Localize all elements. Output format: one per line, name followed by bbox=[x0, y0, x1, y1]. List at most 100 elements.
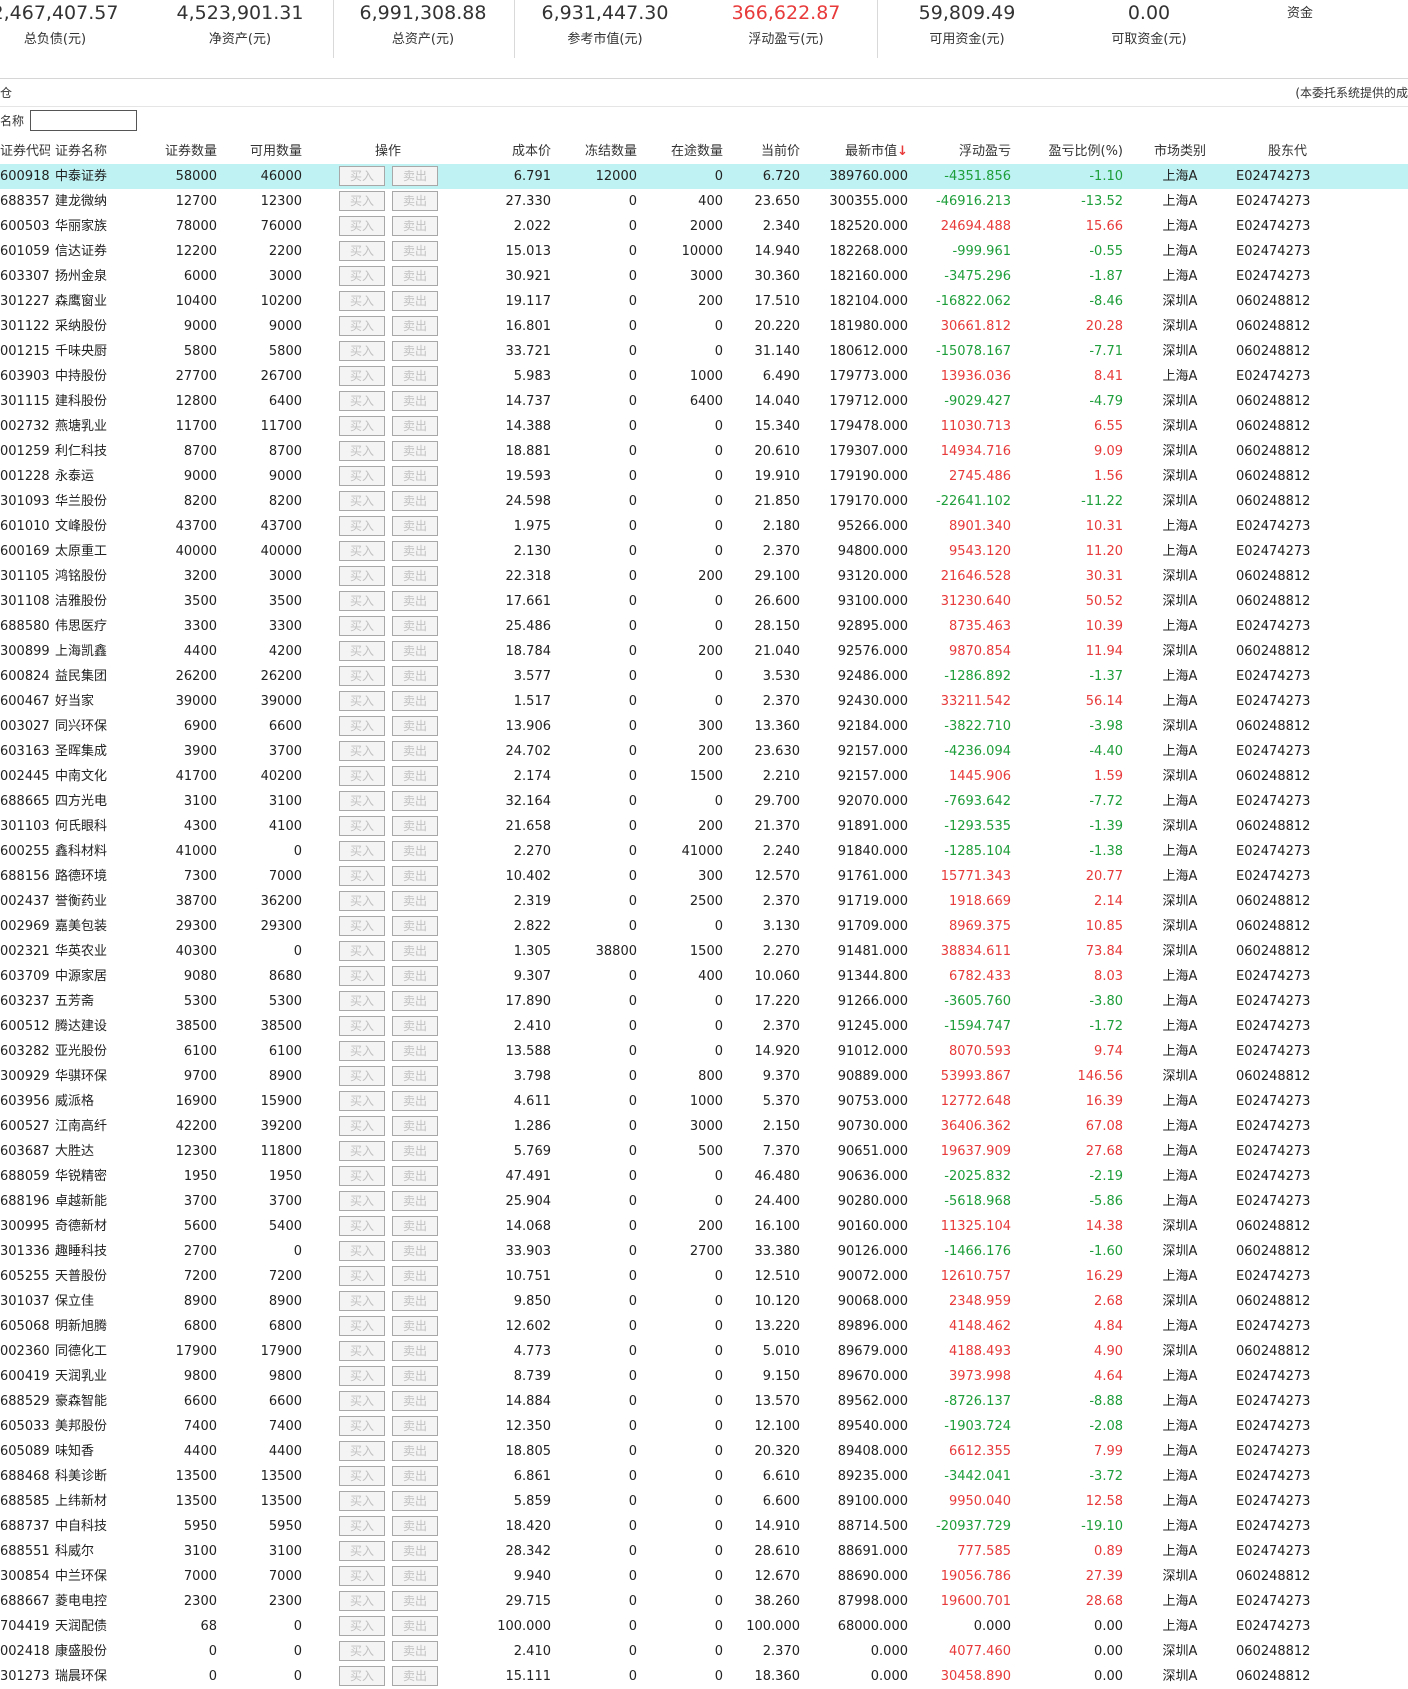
buy-button[interactable]: 买入 bbox=[339, 1066, 385, 1086]
table-row[interactable]: 002445 中南文化 41700 40200 买入 卖出 2.174 0 1500 2.210 9… bbox=[0, 764, 1408, 789]
sell-button[interactable]: 卖出 bbox=[392, 341, 438, 361]
buy-button[interactable]: 买入 bbox=[339, 1291, 385, 1311]
sell-button[interactable]: 卖出 bbox=[392, 1141, 438, 1161]
sell-button[interactable]: 卖出 bbox=[392, 1491, 438, 1511]
table-row[interactable]: 301108 洁雅股份 3500 3500 买入 卖出 17.661 0 0 26.600 9310… bbox=[0, 589, 1408, 614]
sell-button[interactable]: 卖出 bbox=[392, 941, 438, 961]
sell-button[interactable]: 卖出 bbox=[392, 166, 438, 186]
sell-button[interactable]: 卖出 bbox=[392, 216, 438, 236]
buy-button[interactable]: 买入 bbox=[339, 1141, 385, 1161]
table-row[interactable]: 301037 保立佳 8900 8900 买入 卖出 9.850 0 0 10.120 90068.… bbox=[0, 1289, 1408, 1314]
sell-button[interactable]: 卖出 bbox=[392, 291, 438, 311]
buy-button[interactable]: 买入 bbox=[339, 1516, 385, 1536]
buy-button[interactable]: 买入 bbox=[339, 1541, 385, 1561]
sell-button[interactable]: 卖出 bbox=[392, 1316, 438, 1336]
sell-button[interactable]: 卖出 bbox=[392, 616, 438, 636]
sell-button[interactable]: 卖出 bbox=[392, 891, 438, 911]
sell-button[interactable]: 卖出 bbox=[392, 841, 438, 861]
table-row[interactable]: 300854 中兰环保 7000 7000 买入 卖出 9.940 0 0 12.670 88690… bbox=[0, 1564, 1408, 1589]
sell-button[interactable]: 卖出 bbox=[392, 1516, 438, 1536]
sell-button[interactable]: 卖出 bbox=[392, 1666, 438, 1686]
sell-button[interactable]: 卖出 bbox=[392, 741, 438, 761]
table-row[interactable]: 688059 华锐精密 1950 1950 买入 卖出 47.491 0 0 46.480 9063… bbox=[0, 1164, 1408, 1189]
table-row[interactable]: 603687 大胜达 12300 11800 买入 卖出 5.769 0 500 7.370 906… bbox=[0, 1139, 1408, 1164]
sell-button[interactable]: 卖出 bbox=[392, 991, 438, 1011]
buy-button[interactable]: 买入 bbox=[339, 1366, 385, 1386]
table-row[interactable]: 002969 嘉美包装 29300 29300 买入 卖出 2.822 0 0 3.130 9170… bbox=[0, 914, 1408, 939]
table-row[interactable]: 603237 五芳斋 5300 5300 买入 卖出 17.890 0 0 17.220 91266… bbox=[0, 989, 1408, 1014]
table-row[interactable]: 600419 天润乳业 9800 9800 买入 卖出 8.739 0 0 9.150 89670.… bbox=[0, 1364, 1408, 1389]
buy-button[interactable]: 买入 bbox=[339, 966, 385, 986]
table-row[interactable]: 600467 好当家 39000 39000 买入 卖出 1.517 0 0 2.370 92430… bbox=[0, 689, 1408, 714]
column-header[interactable]: 在途数量 bbox=[641, 140, 723, 165]
table-row[interactable]: 601059 信达证券 12200 2200 买入 卖出 15.013 0 10000 14.94… bbox=[0, 239, 1408, 264]
buy-button[interactable]: 买入 bbox=[339, 716, 385, 736]
buy-button[interactable]: 买入 bbox=[339, 491, 385, 511]
table-row[interactable]: 301336 趣睡科技 2700 0 买入 卖出 33.903 0 2700 33.380 9012… bbox=[0, 1239, 1408, 1264]
column-header[interactable]: 成本价 bbox=[455, 140, 551, 165]
sell-button[interactable]: 卖出 bbox=[392, 1441, 438, 1461]
buy-button[interactable]: 买入 bbox=[339, 1416, 385, 1436]
table-row[interactable]: 301227 森鹰窗业 10400 10200 买入 卖出 19.117 0 200 17.510… bbox=[0, 289, 1408, 314]
buy-button[interactable]: 买入 bbox=[339, 991, 385, 1011]
buy-button[interactable]: 买入 bbox=[339, 741, 385, 761]
table-row[interactable]: 688667 菱电电控 2300 2300 买入 卖出 29.715 0 0 38.260 8799… bbox=[0, 1589, 1408, 1614]
buy-button[interactable]: 买入 bbox=[339, 691, 385, 711]
sell-button[interactable]: 卖出 bbox=[392, 691, 438, 711]
table-row[interactable]: 605068 明新旭腾 6800 6800 买入 卖出 12.602 0 0 13.220 8989… bbox=[0, 1314, 1408, 1339]
buy-button[interactable]: 买入 bbox=[339, 466, 385, 486]
table-row[interactable]: 002418 康盛股份 0 0 买入 卖出 2.410 0 0 2.370 0.000 4077.46… bbox=[0, 1639, 1408, 1664]
table-row[interactable]: 600918 中泰证券 58000 46000 买入 卖出 6.791 12000 0 6.720… bbox=[0, 164, 1408, 189]
buy-button[interactable]: 买入 bbox=[339, 291, 385, 311]
buy-button[interactable]: 买入 bbox=[339, 766, 385, 786]
sell-button[interactable]: 卖出 bbox=[392, 816, 438, 836]
sell-button[interactable]: 卖出 bbox=[392, 1291, 438, 1311]
table-row[interactable]: 688737 中自科技 5950 5950 买入 卖出 18.420 0 0 14.910 8871… bbox=[0, 1514, 1408, 1539]
table-row[interactable]: 688357 建龙微纳 12700 12300 买入 卖出 27.330 0 400 23.650… bbox=[0, 189, 1408, 214]
sell-button[interactable]: 卖出 bbox=[392, 241, 438, 261]
table-row[interactable]: 688665 四方光电 3100 3100 买入 卖出 32.164 0 0 29.700 9207… bbox=[0, 789, 1408, 814]
buy-button[interactable]: 买入 bbox=[339, 1391, 385, 1411]
sell-button[interactable]: 卖出 bbox=[392, 666, 438, 686]
sell-button[interactable]: 卖出 bbox=[392, 1091, 438, 1111]
table-row[interactable]: 688529 豪森智能 6600 6600 买入 卖出 14.884 0 0 13.570 8956… bbox=[0, 1389, 1408, 1414]
buy-button[interactable]: 买入 bbox=[339, 841, 385, 861]
buy-button[interactable]: 买入 bbox=[339, 366, 385, 386]
buy-button[interactable]: 买入 bbox=[339, 1091, 385, 1111]
buy-button[interactable]: 买入 bbox=[339, 1441, 385, 1461]
sell-button[interactable]: 卖出 bbox=[392, 391, 438, 411]
table-row[interactable]: 600512 腾达建设 38500 38500 买入 卖出 2.410 0 0 2.370 9124… bbox=[0, 1014, 1408, 1039]
column-header[interactable]: 浮动盈亏 bbox=[912, 140, 1011, 165]
buy-button[interactable]: 买入 bbox=[339, 1666, 385, 1686]
table-row[interactable]: 603956 威派格 16900 15900 买入 卖出 4.611 0 1000 5.370 90… bbox=[0, 1089, 1408, 1114]
table-row[interactable]: 003027 同兴环保 6900 6600 买入 卖出 13.906 0 300 13.360 92… bbox=[0, 714, 1408, 739]
table-row[interactable]: 001215 千味央厨 5800 5800 买入 卖出 33.721 0 0 31.140 1806… bbox=[0, 339, 1408, 364]
buy-button[interactable]: 买入 bbox=[339, 791, 385, 811]
buy-button[interactable]: 买入 bbox=[339, 941, 385, 961]
sell-button[interactable]: 卖出 bbox=[392, 516, 438, 536]
table-row[interactable]: 300995 奇德新材 5600 5400 买入 卖出 14.068 0 200 16.100 90… bbox=[0, 1214, 1408, 1239]
sell-button[interactable]: 卖出 bbox=[392, 1241, 438, 1261]
sell-button[interactable]: 卖出 bbox=[392, 1416, 438, 1436]
sell-button[interactable]: 卖出 bbox=[392, 1391, 438, 1411]
sell-button[interactable]: 卖出 bbox=[392, 1341, 438, 1361]
buy-button[interactable]: 买入 bbox=[339, 1116, 385, 1136]
column-header[interactable]: 操作 bbox=[338, 140, 438, 165]
sell-button[interactable]: 卖出 bbox=[392, 1266, 438, 1286]
sell-button[interactable]: 卖出 bbox=[392, 1541, 438, 1561]
position-tab-label[interactable]: 仓 bbox=[0, 84, 12, 101]
buy-button[interactable]: 买入 bbox=[339, 1041, 385, 1061]
column-header[interactable]: 可用数量 bbox=[222, 140, 302, 165]
column-header[interactable]: 证券名称 bbox=[55, 140, 135, 165]
sell-button[interactable]: 卖出 bbox=[392, 491, 438, 511]
table-row[interactable]: 600255 鑫科材料 41000 0 买入 卖出 2.270 0 41000 2.240 9184… bbox=[0, 839, 1408, 864]
buy-button[interactable]: 买入 bbox=[339, 1491, 385, 1511]
table-row[interactable]: 300899 上海凯鑫 4400 4200 买入 卖出 18.784 0 200 21.040 92… bbox=[0, 639, 1408, 664]
sell-button[interactable]: 卖出 bbox=[392, 316, 438, 336]
sell-button[interactable]: 卖出 bbox=[392, 191, 438, 211]
sell-button[interactable]: 卖出 bbox=[392, 866, 438, 886]
sell-button[interactable]: 卖出 bbox=[392, 1216, 438, 1236]
sell-button[interactable]: 卖出 bbox=[392, 916, 438, 936]
buy-button[interactable]: 买入 bbox=[339, 866, 385, 886]
table-row[interactable]: 603709 中源家居 9080 8680 买入 卖出 9.307 0 400 10.060 913… bbox=[0, 964, 1408, 989]
